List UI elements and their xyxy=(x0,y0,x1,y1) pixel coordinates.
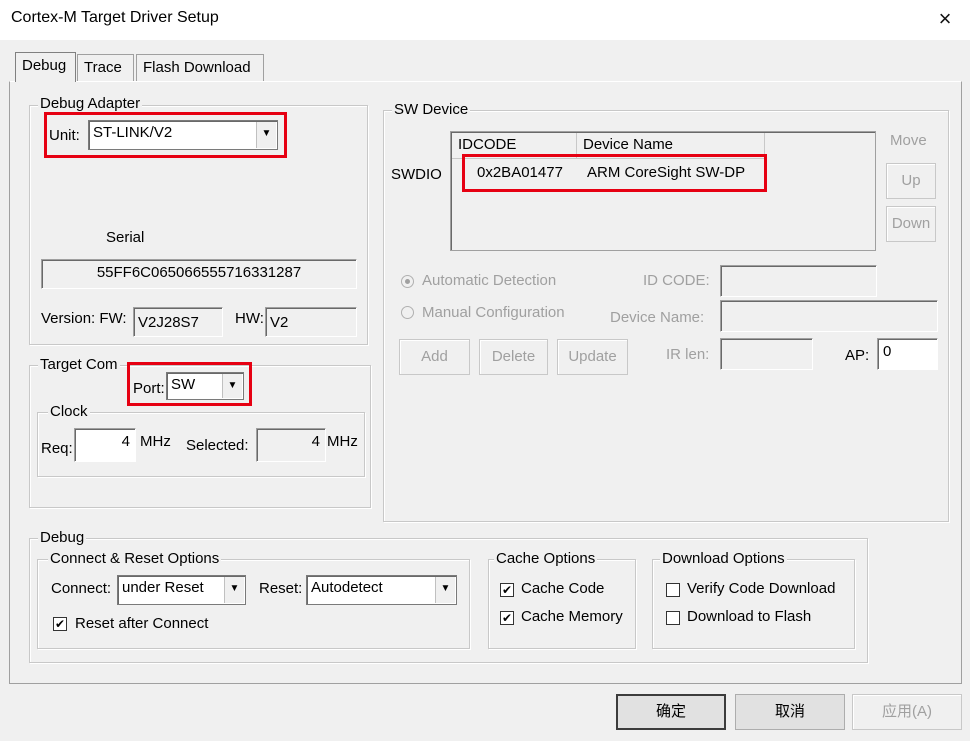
automatic-detection-label: Automatic Detection xyxy=(422,272,557,289)
connect-reset-label: Connect & Reset Options xyxy=(48,550,222,568)
reset-after-connect-checkbox[interactable]: ✔ xyxy=(53,617,67,631)
hw-field: V2 xyxy=(265,307,357,337)
update-button[interactable]: Update xyxy=(557,339,628,375)
move-label: Move xyxy=(890,132,927,149)
reset-label: Reset: xyxy=(259,580,303,597)
download-to-flash-label: Download to Flash xyxy=(687,608,812,625)
chevron-down-icon[interactable]: ▼ xyxy=(435,577,455,603)
serial-field: 55FF6C065066555716331287 xyxy=(41,259,357,289)
ap-label: AP: xyxy=(845,347,870,364)
device-name-input[interactable] xyxy=(720,300,938,332)
apply-button[interactable]: 应用(A) xyxy=(852,694,962,730)
hw-label: HW: xyxy=(235,310,264,327)
version-fw-label: Version: FW: xyxy=(41,310,127,327)
device-name-label: Device Name: xyxy=(610,309,705,326)
title-bar: Cortex-M Target Driver Setup × xyxy=(0,0,970,40)
ap-input[interactable]: 0 xyxy=(877,338,938,370)
move-down-button[interactable]: Down xyxy=(886,206,936,242)
fw-field: V2J28S7 xyxy=(133,307,223,337)
swdio-label: SWDIO xyxy=(391,166,442,183)
download-options-group xyxy=(652,559,855,649)
verify-code-download-label: Verify Code Download xyxy=(687,580,836,597)
move-up-button[interactable]: Up xyxy=(886,163,936,199)
target-com-label: Target Com xyxy=(38,356,120,374)
highlight-device-row xyxy=(462,154,767,192)
ir-len-input[interactable] xyxy=(720,338,813,370)
verify-code-download-checkbox[interactable] xyxy=(666,583,680,597)
clock-label: Clock xyxy=(48,403,90,421)
reset-select[interactable]: Autodetect ▼ xyxy=(306,575,457,605)
delete-button[interactable]: Delete xyxy=(479,339,548,375)
tab-flash-download[interactable]: Flash Download xyxy=(136,54,264,82)
window-title: Cortex-M Target Driver Setup xyxy=(11,9,219,26)
cache-code-label: Cache Code xyxy=(521,580,605,597)
ir-len-label: IR len: xyxy=(666,346,710,363)
cancel-button[interactable]: 取消 xyxy=(735,694,845,730)
debug-label: Debug xyxy=(38,529,87,547)
sw-device-label: SW Device xyxy=(392,101,471,119)
cache-options-label: Cache Options xyxy=(494,550,598,568)
serial-label: Serial xyxy=(106,229,145,246)
highlight-unit xyxy=(44,112,287,158)
selected-label: Selected: xyxy=(186,437,249,454)
manual-configuration-label: Manual Configuration xyxy=(422,304,565,321)
reset-value: Autodetect xyxy=(311,579,383,596)
tab-trace[interactable]: Trace xyxy=(77,54,134,82)
highlight-port xyxy=(127,362,252,406)
req-input[interactable]: 4 xyxy=(74,428,136,462)
cache-code-checkbox[interactable]: ✔ xyxy=(500,583,514,597)
id-code-label: ID CODE: xyxy=(643,272,710,289)
download-options-label: Download Options xyxy=(660,550,787,568)
download-to-flash-checkbox[interactable] xyxy=(666,611,680,625)
cache-memory-label: Cache Memory xyxy=(521,608,623,625)
reset-after-connect-label: Reset after Connect xyxy=(75,615,209,632)
manual-configuration-radio[interactable] xyxy=(401,306,414,319)
automatic-detection-radio[interactable] xyxy=(401,275,414,288)
connect-select[interactable]: under Reset ▼ xyxy=(117,575,246,605)
req-unit: MHz xyxy=(140,433,171,450)
selected-unit: MHz xyxy=(327,433,358,450)
close-icon[interactable]: × xyxy=(930,4,960,34)
debug-adapter-label: Debug Adapter xyxy=(38,95,143,113)
connect-value: under Reset xyxy=(122,579,204,596)
ok-button[interactable]: 确定 xyxy=(616,694,726,730)
req-label: Req: xyxy=(41,440,73,457)
tab-debug[interactable]: Debug xyxy=(15,52,76,82)
chevron-down-icon[interactable]: ▼ xyxy=(224,577,244,603)
connect-label: Connect: xyxy=(51,580,112,597)
id-code-input[interactable] xyxy=(720,265,877,297)
selected-field: 4 xyxy=(256,428,326,462)
cache-options-group xyxy=(488,559,636,649)
cache-memory-checkbox[interactable]: ✔ xyxy=(500,611,514,625)
add-button[interactable]: Add xyxy=(399,339,470,375)
